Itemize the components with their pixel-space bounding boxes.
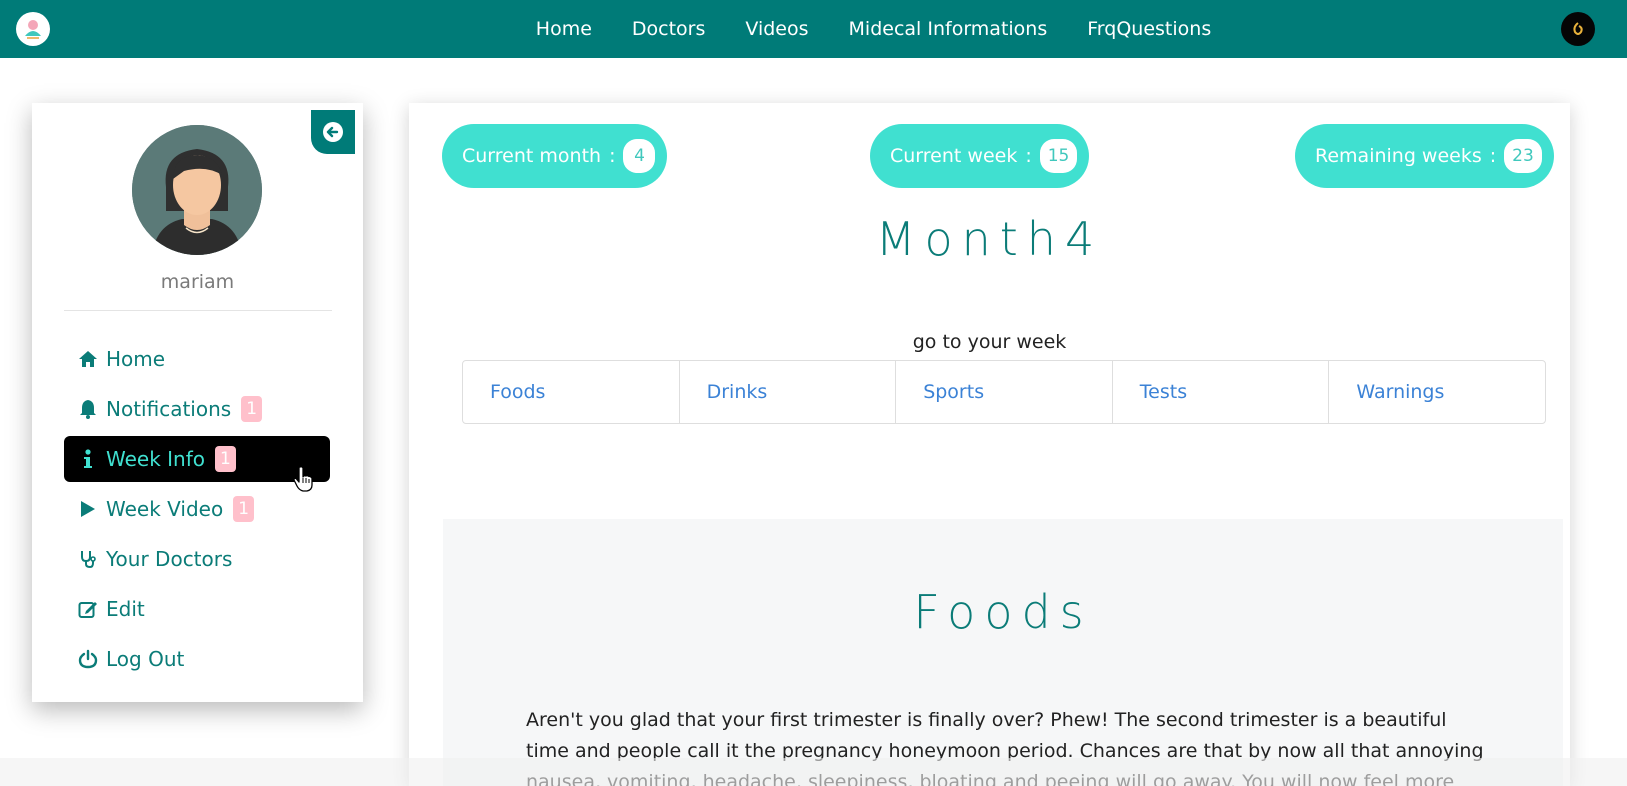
current-week-stat: Current week : 15 bbox=[870, 124, 1090, 188]
profile-sidebar: mariam Home Notifications 1 Week Info 1 bbox=[32, 103, 363, 702]
month-title: Month4 bbox=[875, 212, 1104, 266]
sidebar-item-notifications[interactable]: Notifications 1 bbox=[64, 386, 330, 432]
bell-icon bbox=[76, 398, 100, 420]
foods-section: Foods Aren't you glad that your first tr… bbox=[443, 519, 1563, 786]
home-icon bbox=[76, 348, 100, 370]
sidebar-item-log-out[interactable]: Log Out bbox=[64, 636, 330, 682]
tab-sports[interactable]: Sports bbox=[896, 361, 1113, 423]
category-tabs: Foods Drinks Sports Tests Warnings bbox=[462, 360, 1546, 424]
stat-label: Remaining weeks bbox=[1315, 145, 1482, 167]
nav-link-doctors[interactable]: Doctors bbox=[632, 18, 706, 40]
nav-link-frqquestions[interactable]: FrqQuestions bbox=[1087, 18, 1211, 40]
username: mariam bbox=[160, 271, 235, 293]
stat-label: Current month bbox=[462, 145, 602, 167]
stat-label: Current week bbox=[890, 145, 1018, 167]
remaining-weeks-stat: Remaining weeks : 23 bbox=[1295, 124, 1554, 188]
week-info-panel: Current month : 4 Current week : 15 Rema… bbox=[409, 103, 1570, 786]
sidebar-item-label: Notifications bbox=[106, 397, 232, 421]
week-video-count-badge: 1 bbox=[233, 496, 255, 522]
top-navbar: Home Doctors Videos Midecal Informations… bbox=[0, 0, 1627, 58]
stat-separator: : bbox=[1489, 145, 1497, 167]
edit-icon bbox=[76, 598, 100, 620]
collapse-sidebar-button[interactable] bbox=[311, 110, 355, 154]
nav-link-home[interactable]: Home bbox=[536, 18, 592, 40]
nav-link-medical-informations[interactable]: Midecal Informations bbox=[849, 18, 1048, 40]
sidebar-item-week-video[interactable]: Week Video 1 bbox=[64, 486, 330, 532]
sidebar-menu: Home Notifications 1 Week Info 1 Week Vi… bbox=[64, 336, 330, 686]
nav-links: Home Doctors Videos Midecal Informations… bbox=[0, 0, 1627, 58]
hand-cursor-icon bbox=[293, 466, 313, 492]
arrow-left-icon bbox=[323, 122, 343, 142]
stat-value: 4 bbox=[623, 139, 656, 173]
sidebar-item-label: Week Info bbox=[106, 447, 206, 471]
sidebar-item-your-doctors[interactable]: Your Doctors bbox=[64, 536, 330, 582]
week-info-count-badge: 1 bbox=[215, 446, 236, 472]
sidebar-item-label: Log Out bbox=[106, 647, 185, 671]
tab-drinks[interactable]: Drinks bbox=[680, 361, 897, 423]
stat-value: 15 bbox=[1039, 139, 1078, 173]
tab-warnings[interactable]: Warnings bbox=[1329, 361, 1545, 423]
stethoscope-icon bbox=[76, 548, 100, 570]
info-icon bbox=[76, 448, 100, 470]
section-title: Foods bbox=[913, 585, 1093, 639]
nav-link-videos[interactable]: Videos bbox=[745, 18, 808, 40]
stat-value: 23 bbox=[1504, 139, 1542, 173]
tab-foods[interactable]: Foods bbox=[463, 361, 680, 423]
sidebar-item-home[interactable]: Home bbox=[64, 336, 330, 382]
tab-tests[interactable]: Tests bbox=[1113, 361, 1330, 423]
go-to-week-label: go to your week bbox=[912, 331, 1067, 353]
stat-separator: : bbox=[1025, 145, 1032, 167]
sidebar-item-week-info[interactable]: Week Info 1 bbox=[64, 436, 330, 482]
sidebar-item-label: Week Video bbox=[106, 497, 224, 521]
sidebar-item-edit[interactable]: Edit bbox=[64, 586, 330, 632]
play-icon bbox=[76, 498, 100, 520]
power-icon bbox=[76, 648, 100, 670]
notification-count-badge: 1 bbox=[241, 396, 263, 422]
sidebar-divider bbox=[64, 310, 332, 311]
bottom-overlay bbox=[0, 758, 1627, 786]
sidebar-item-label: Home bbox=[106, 347, 166, 371]
current-month-stat: Current month : 4 bbox=[442, 124, 668, 188]
sidebar-item-label: Edit bbox=[106, 597, 145, 621]
woman-avatar-icon bbox=[132, 125, 262, 255]
sidebar-item-label: Your Doctors bbox=[106, 547, 233, 571]
profile-icon[interactable] bbox=[1561, 12, 1595, 46]
stat-separator: : bbox=[609, 145, 616, 167]
